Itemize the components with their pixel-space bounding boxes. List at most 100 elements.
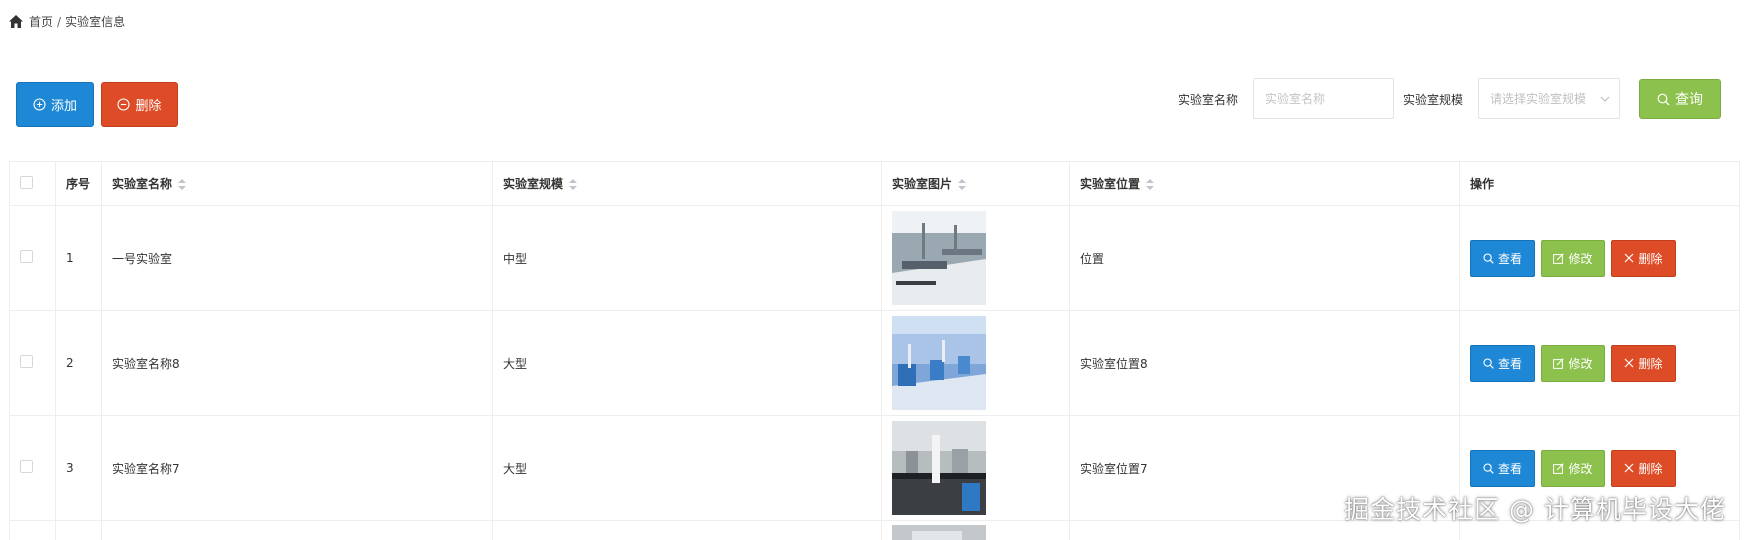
close-icon (1625, 358, 1634, 368)
lab-name-label: 实验室名称 (1178, 93, 1239, 107)
lab-table: 序号 实验室名称 实验室规模 实验室图片 实验室位置 操作 1 一号实验室 中型 (9, 161, 1740, 540)
header-location-label: 实验室位置 (1080, 177, 1141, 191)
sort-icon[interactable] (178, 179, 187, 190)
delete-row-button[interactable]: 删除 (1611, 239, 1676, 277)
sort-icon[interactable] (1146, 179, 1155, 190)
row-checkbox-cell (9, 205, 56, 311)
view-button-label: 查看 (1497, 356, 1522, 371)
row-lab-image-cell (881, 415, 1070, 521)
row-index: 1 (55, 205, 102, 311)
header-location[interactable]: 实验室位置 (1069, 161, 1460, 206)
view-button-label: 查看 (1497, 461, 1522, 476)
sort-icon[interactable] (569, 179, 578, 190)
lab-thumbnail[interactable] (892, 211, 986, 305)
row-lab-scale: 大型 (492, 310, 882, 416)
minus-circle-icon (117, 98, 131, 111)
search-icon (1483, 252, 1494, 264)
close-icon (1625, 253, 1634, 263)
row-lab-location: 实验室位置8 (1069, 310, 1460, 416)
add-button-label: 添加 (50, 99, 77, 114)
row-index (55, 520, 102, 540)
chevron-down-icon (1600, 96, 1610, 102)
lab-thumbnail[interactable] (892, 421, 986, 515)
view-button[interactable]: 查看 (1470, 239, 1535, 277)
select-all-checkbox[interactable] (20, 175, 33, 189)
lab-scale-label: 实验室规模 (1403, 93, 1464, 107)
breadcrumb-home-link[interactable]: 首页 (29, 13, 53, 30)
header-image-label: 实验室图片 (892, 177, 953, 191)
add-button[interactable]: 添加 (16, 82, 94, 127)
sort-icon[interactable] (958, 179, 967, 190)
row-checkbox[interactable] (20, 460, 33, 473)
row-lab-location: 位置 (1069, 205, 1460, 311)
search-icon (1483, 462, 1494, 474)
query-button-label: 查询 (1675, 92, 1703, 108)
row-lab-name: 一号实验室 (101, 205, 493, 311)
row-checkbox-cell (9, 415, 56, 521)
delete-row-button-label: 删除 (1638, 461, 1663, 476)
header-checkbox-cell (9, 161, 56, 206)
breadcrumb-current: 实验室信息 (65, 15, 126, 29)
delete-row-button-label: 删除 (1638, 356, 1663, 371)
watermark: 掘金技术社区 @ 计算机毕设大佬 (1344, 495, 1726, 524)
header-actions: 操作 (1459, 161, 1740, 206)
lab-thumbnail[interactable] (892, 524, 986, 540)
header-image[interactable]: 实验室图片 (881, 161, 1070, 206)
row-lab-scale (492, 520, 882, 540)
header-index: 序号 (55, 161, 102, 206)
delete-button[interactable]: 删除 (101, 82, 178, 127)
edit-button[interactable]: 修改 (1541, 449, 1605, 487)
breadcrumb: 首页 / 实验室信息 (9, 13, 125, 30)
edit-icon (1553, 462, 1565, 474)
lab-thumbnail[interactable] (892, 316, 986, 410)
row-lab-scale: 中型 (492, 205, 882, 311)
row-checkbox[interactable] (20, 250, 33, 263)
row-lab-image-cell (881, 205, 1070, 311)
table-row: 1 一号实验室 中型 位置 查看 修改 删除 (9, 205, 1740, 311)
row-lab-name: 实验室名称8 (101, 310, 493, 416)
delete-row-button[interactable]: 删除 (1611, 344, 1676, 382)
table-header-row: 序号 实验室名称 实验室规模 实验室图片 实验室位置 操作 (9, 161, 1740, 206)
lab-scale-placeholder: 请选择实验室规模 (1490, 92, 1587, 106)
edit-button[interactable]: 修改 (1541, 344, 1605, 382)
query-button[interactable]: 查询 (1639, 79, 1721, 119)
edit-button-label: 修改 (1568, 461, 1593, 476)
search-icon (1483, 357, 1494, 369)
row-index: 3 (55, 415, 102, 521)
header-name[interactable]: 实验室名称 (101, 161, 493, 206)
delete-row-button[interactable]: 删除 (1611, 449, 1676, 487)
row-lab-scale: 大型 (492, 415, 882, 521)
edit-icon (1553, 252, 1565, 264)
row-lab-name: 实验室名称7 (101, 415, 493, 521)
edit-button[interactable]: 修改 (1541, 239, 1605, 277)
row-index: 2 (55, 310, 102, 416)
view-button[interactable]: 查看 (1470, 449, 1535, 487)
lab-name-input[interactable] (1265, 91, 1393, 106)
row-lab-name (101, 520, 493, 540)
lab-scale-select[interactable]: 请选择实验室规模 (1478, 78, 1620, 119)
header-scale-label: 实验室规模 (503, 177, 564, 191)
search-icon (1657, 93, 1670, 105)
edit-button-label: 修改 (1568, 356, 1593, 371)
row-checkbox-cell (9, 310, 56, 416)
delete-button-label: 删除 (135, 99, 162, 114)
view-button[interactable]: 查看 (1470, 344, 1535, 382)
edit-icon (1553, 357, 1565, 369)
plus-circle-icon (33, 98, 46, 111)
row-lab-image-cell (881, 310, 1070, 416)
home-icon[interactable] (9, 15, 23, 28)
row-checkbox-cell (9, 520, 56, 540)
row-actions: 查看 修改 删除 (1459, 310, 1740, 416)
header-name-label: 实验室名称 (112, 177, 173, 191)
row-lab-image-cell (881, 520, 1070, 540)
breadcrumb-separator: / (57, 14, 62, 29)
close-icon (1625, 463, 1634, 473)
table-row: 2 实验室名称8 大型 实验室位置8 查看 修改 删除 (9, 310, 1740, 416)
view-button-label: 查看 (1497, 251, 1522, 266)
edit-button-label: 修改 (1568, 251, 1593, 266)
delete-row-button-label: 删除 (1638, 251, 1663, 266)
row-checkbox[interactable] (20, 355, 33, 368)
lab-name-input-wrapper (1253, 78, 1394, 119)
row-actions: 查看 修改 删除 (1459, 205, 1740, 311)
header-scale[interactable]: 实验室规模 (492, 161, 882, 206)
